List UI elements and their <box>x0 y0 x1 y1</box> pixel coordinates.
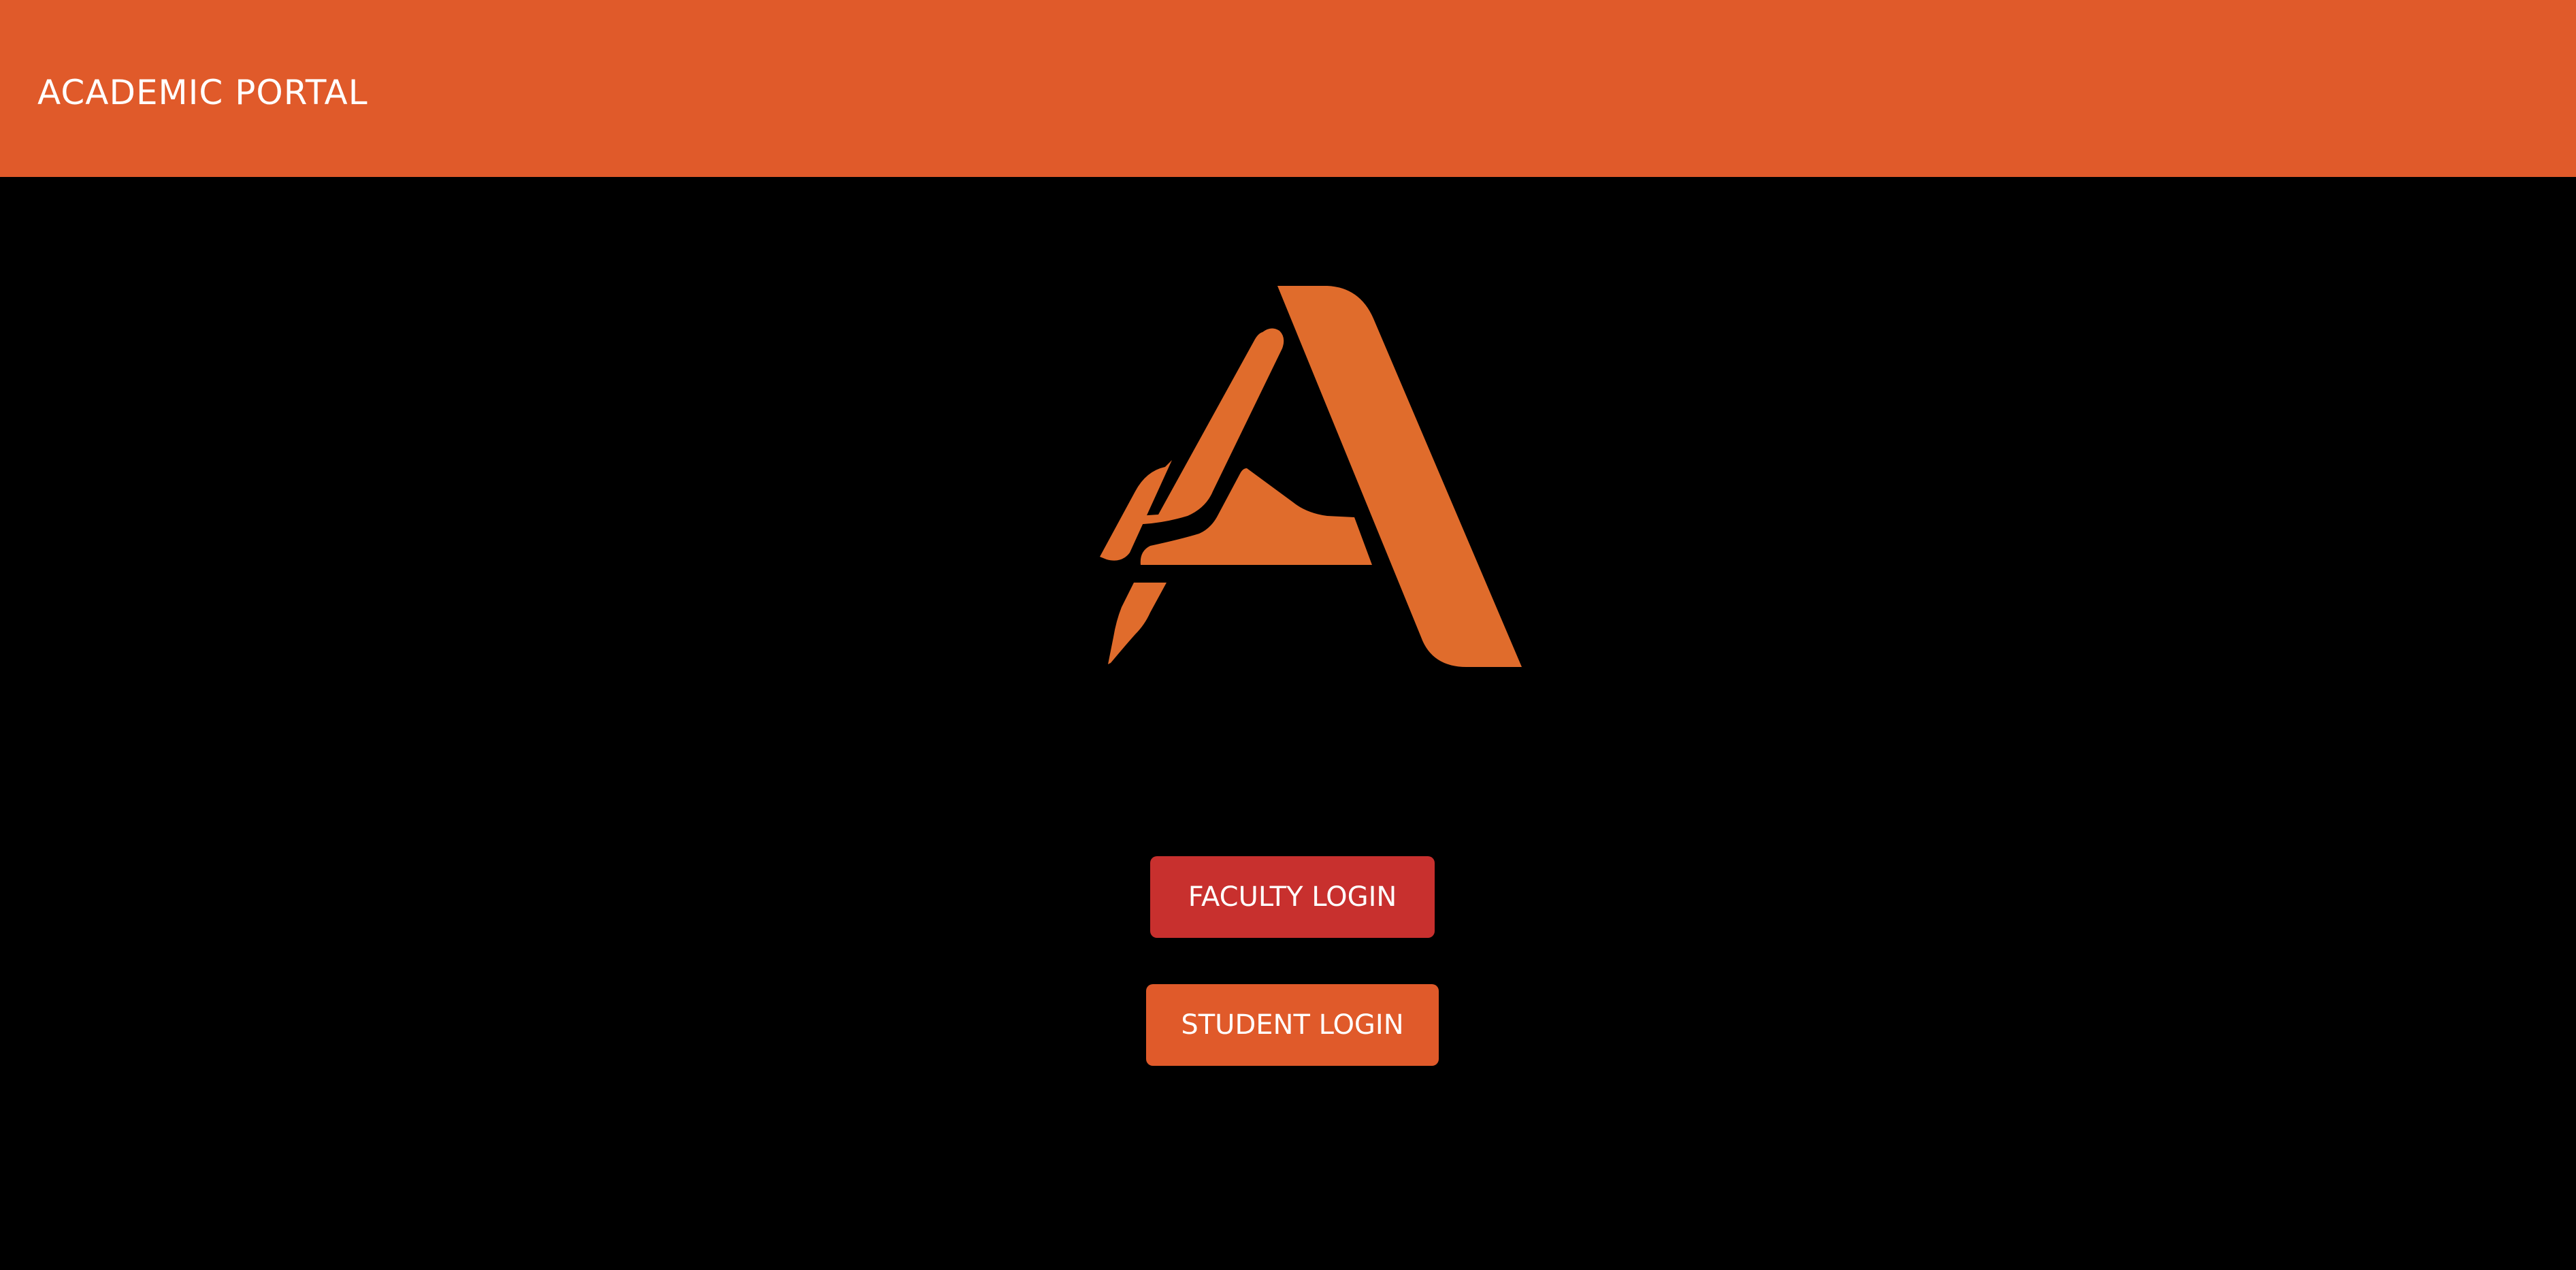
faculty-login-button[interactable]: FACULTY LOGIN <box>1150 856 1435 938</box>
app-title: ACADEMIC PORTAL <box>37 73 368 112</box>
app-header: ACADEMIC PORTAL <box>0 0 2576 177</box>
academic-portal-a-logo-icon <box>1100 286 1522 667</box>
student-login-button[interactable]: STUDENT LOGIN <box>1146 984 1439 1066</box>
